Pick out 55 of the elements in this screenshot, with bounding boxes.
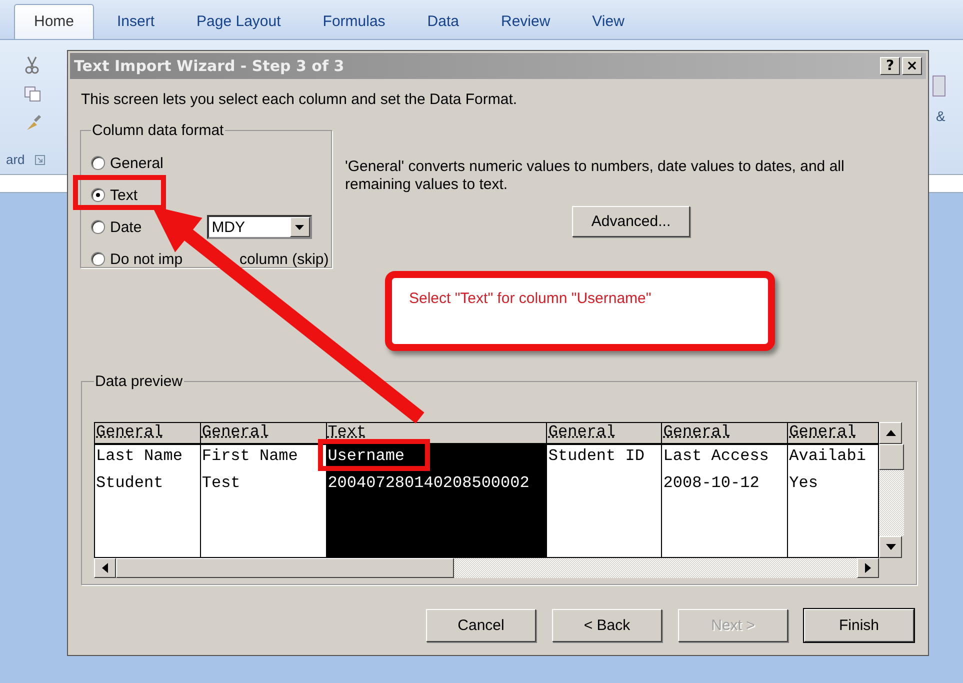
close-button[interactable]: × bbox=[902, 57, 922, 75]
dialog-button[interactable]: Cancel bbox=[426, 609, 536, 642]
help-button[interactable]: ? bbox=[880, 57, 900, 75]
dialog-button[interactable]: < Back bbox=[552, 609, 662, 642]
option-label[interactable]: General bbox=[110, 154, 164, 172]
option-label[interactable]: Text bbox=[110, 186, 138, 204]
down-arrow-icon[interactable] bbox=[886, 544, 896, 550]
window-title: Text Import Wizard - Step 3 of 3 bbox=[74, 57, 344, 75]
format-dropdown[interactable]: MDY bbox=[206, 215, 312, 239]
table-cell-text: Last Access bbox=[662, 446, 769, 466]
callout-text: Select "Text" for column "Username" bbox=[409, 290, 652, 307]
table-cell-text: Username bbox=[326, 446, 405, 466]
right-arrow-icon[interactable] bbox=[865, 563, 871, 573]
document-icon[interactable] bbox=[932, 75, 946, 97]
advanced-button[interactable]: Advanced... bbox=[572, 206, 690, 237]
radio-button[interactable] bbox=[91, 252, 105, 266]
table-cell-text: First Name bbox=[200, 446, 298, 466]
note-text: 'General' converts numeric values to numbers, date values to dates, and all remaining values to text. bbox=[345, 158, 846, 194]
radio-button[interactable] bbox=[91, 156, 105, 170]
ribbon-tab[interactable]: Data bbox=[408, 5, 478, 39]
table-cell-text: Student bbox=[95, 473, 164, 493]
scroll-thumb[interactable] bbox=[116, 558, 454, 578]
table-cell-text: Student ID bbox=[547, 446, 644, 466]
table-cell-text: Yes bbox=[788, 473, 818, 493]
ribbon-tab[interactable]: Insert bbox=[98, 5, 174, 39]
ribbon-tab[interactable]: Home bbox=[14, 4, 94, 39]
copy-icon[interactable] bbox=[24, 86, 42, 102]
group-label: ard bbox=[6, 152, 25, 167]
ribbon-tab[interactable]: Review bbox=[482, 5, 570, 39]
group-title: Data preview bbox=[94, 373, 184, 390]
option-label[interactable]: Do not imp bbox=[110, 250, 183, 268]
left-arrow-icon[interactable] bbox=[102, 563, 108, 573]
ribbon-tab[interactable]: View bbox=[573, 5, 644, 39]
radio-button[interactable] bbox=[91, 220, 105, 234]
radio-button[interactable] bbox=[91, 188, 105, 202]
brush-icon[interactable] bbox=[24, 114, 42, 132]
table-cell-text: 200407280140208500002 bbox=[326, 473, 530, 493]
column-header[interactable]: Text bbox=[328, 423, 366, 441]
option-label[interactable]: Date bbox=[110, 218, 142, 236]
table-cell-text: Availabi bbox=[788, 446, 866, 466]
scroll-thumb[interactable] bbox=[879, 444, 904, 470]
table-cell-text: Test bbox=[200, 473, 240, 493]
group-label: & bbox=[936, 108, 946, 124]
group-title: Column data format bbox=[91, 122, 225, 139]
up-arrow-icon[interactable] bbox=[886, 430, 896, 436]
option-label[interactable]: column (skip) bbox=[240, 250, 329, 268]
scissors-icon[interactable] bbox=[24, 56, 40, 74]
table-cell-text: 2008-10-12 bbox=[662, 473, 760, 493]
vertical-scrollbar[interactable] bbox=[879, 422, 904, 558]
ribbon-tab[interactable]: Formulas bbox=[304, 5, 404, 39]
dialog-button[interactable]: Finish bbox=[804, 609, 914, 642]
horizontal-scrollbar[interactable] bbox=[94, 558, 879, 578]
description-text: This screen lets you select each column and set the Data Format. bbox=[81, 91, 518, 108]
ribbon-tab[interactable]: Page Layout bbox=[178, 5, 300, 39]
table-cell-text: Last Name bbox=[95, 446, 182, 466]
